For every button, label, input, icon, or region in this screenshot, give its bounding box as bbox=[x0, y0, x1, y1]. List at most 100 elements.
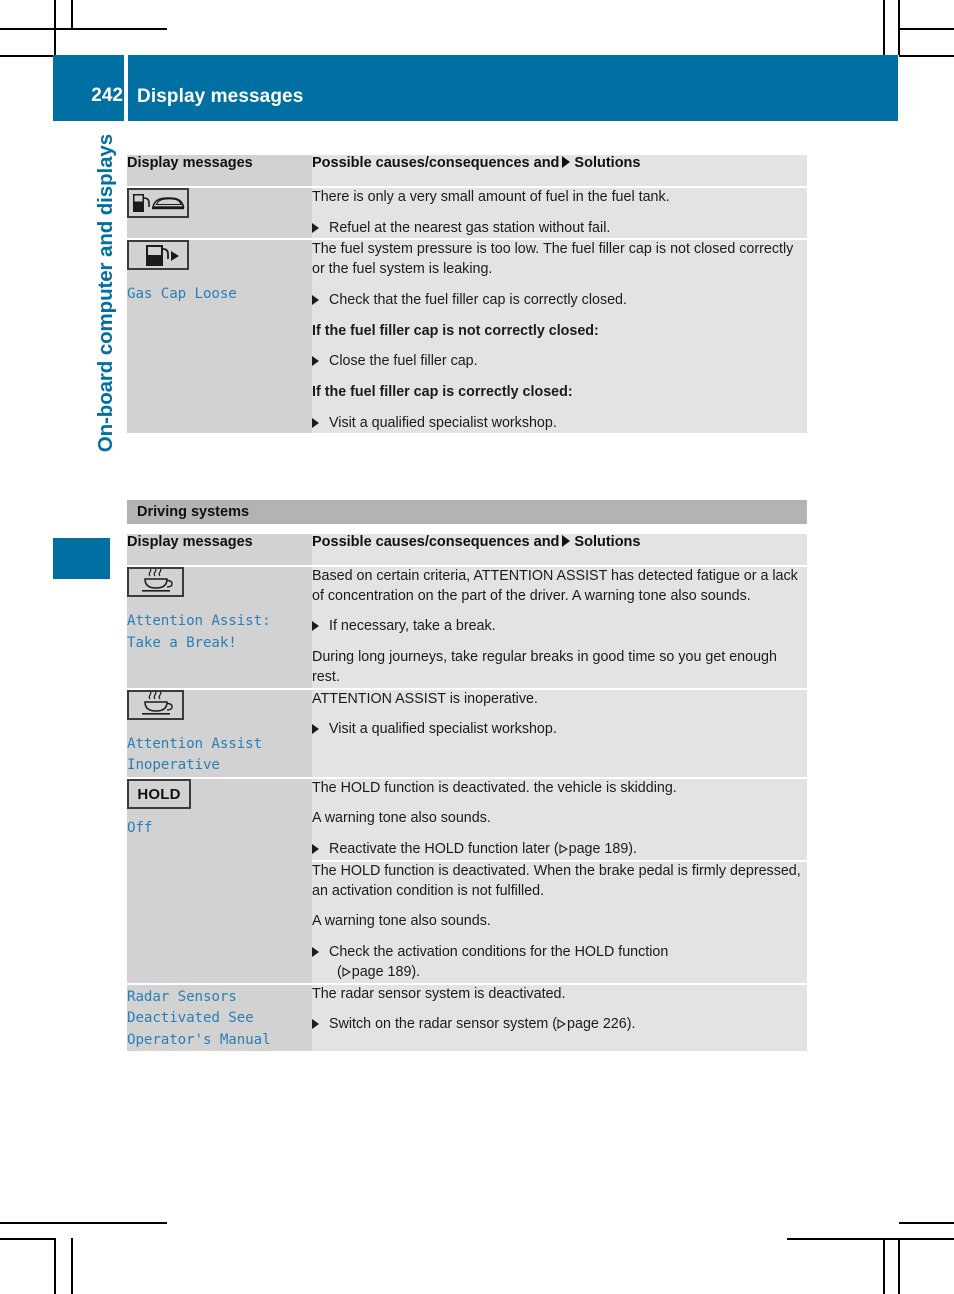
crop-mark-top-left-h2 bbox=[0, 55, 55, 57]
cause-text: A warning tone also sounds. bbox=[312, 913, 491, 930]
cause-text: The HOLD function is deactivated. When t… bbox=[312, 862, 801, 899]
page-reference-text: page 189 bbox=[351, 963, 412, 980]
column-header-display-messages: Display messages bbox=[127, 534, 312, 566]
chapter-title: On-board computer and displays bbox=[94, 134, 117, 453]
causes-solutions-cell: There is only a very small amount of fue… bbox=[312, 185, 807, 240]
column-header-causes-solutions: Possible causes/consequences and Solution… bbox=[312, 155, 807, 187]
page-reference-icon bbox=[342, 964, 351, 977]
table-row: HOLD Off The HOLD function is deactivate… bbox=[127, 776, 807, 984]
solution-item: Check that the fuel filler cap is correc… bbox=[312, 291, 807, 311]
crop-mark-top-left-h bbox=[0, 28, 167, 30]
solution-tail: ). bbox=[626, 1016, 636, 1033]
solution-item: Switch on the radar sensor system ( page … bbox=[312, 1015, 807, 1035]
solution-text: Check the activation conditions for the … bbox=[329, 944, 669, 961]
column-header-causes-text: Possible causes/consequences and bbox=[312, 534, 560, 550]
crop-mark-bottom-right-h bbox=[899, 1222, 954, 1224]
solution-triangle-icon bbox=[312, 1019, 319, 1030]
solution-item: Visit a qualified specialist workshop. bbox=[312, 720, 807, 740]
solution-triangle-icon bbox=[312, 724, 319, 735]
solution-text: Visit a qualified specialist workshop. bbox=[329, 721, 557, 738]
cause-text: The HOLD function is deactivated. the ve… bbox=[312, 779, 677, 796]
condition-heading: If the fuel filler cap is correctly clos… bbox=[312, 384, 573, 401]
causes-solutions-cell: The fuel system pressure is too low. The… bbox=[312, 238, 807, 434]
solution-text: Switch on the radar sensor system ( bbox=[329, 1016, 558, 1033]
cause-text: The radar sensor system is deactivated. bbox=[312, 985, 566, 1002]
fuel-messages-table: Display messages Possible causes/consequ… bbox=[127, 155, 807, 434]
message-cell bbox=[127, 185, 312, 240]
crop-mark-bottom-left-h2 bbox=[0, 1238, 55, 1240]
message-cell: Radar Sensors Deactivated See Operator's… bbox=[127, 982, 312, 1052]
crop-mark-bottom-left-v2 bbox=[71, 1238, 73, 1294]
cause-text: There is only a very small amount of fue… bbox=[312, 189, 670, 205]
column-header-solutions-text: Solutions bbox=[574, 534, 641, 550]
crop-mark-bottom-right-v bbox=[898, 1238, 900, 1294]
crop-mark-top-right-h bbox=[899, 55, 954, 57]
message-code: Off bbox=[127, 819, 153, 836]
causes-solutions-cell: The HOLD function is deactivated. When t… bbox=[312, 859, 807, 984]
solution-text: Close the fuel filler cap. bbox=[329, 353, 478, 370]
table-row: Attention Assist: Take a Break! Based on… bbox=[127, 565, 807, 689]
chapter-tab-marker bbox=[53, 538, 110, 579]
hold-icon: HOLD bbox=[127, 778, 191, 809]
solution-triangle-icon bbox=[312, 294, 319, 305]
cause-text: The fuel system pressure is too low. The… bbox=[312, 241, 794, 278]
cause-text: During long journeys, take regular break… bbox=[312, 649, 777, 685]
crop-mark-top-right-v2 bbox=[883, 0, 885, 55]
solution-triangle-icon bbox=[312, 947, 319, 958]
solution-item: If necessary, take a break. bbox=[312, 617, 807, 637]
crop-mark-bottom-right-v2 bbox=[883, 1238, 885, 1294]
crop-mark-bottom-left-v bbox=[54, 1238, 56, 1294]
solution-tail: ). bbox=[628, 841, 638, 858]
cause-text: A warning tone also sounds. bbox=[312, 810, 491, 827]
fuel-pump-arrow-icon bbox=[127, 240, 189, 271]
crop-mark-bottom-left-h bbox=[0, 1222, 167, 1224]
message-code: Gas Cap Loose bbox=[127, 286, 237, 303]
message-cell: Gas Cap Loose bbox=[127, 238, 312, 434]
page-reference-text: page 226 bbox=[567, 1016, 627, 1033]
solution-item: Reactivate the HOLD function later ( page… bbox=[312, 840, 807, 860]
solution-text: Check that the fuel filler cap is correc… bbox=[329, 291, 627, 308]
solution-triangle-icon bbox=[312, 222, 319, 233]
message-code: Attention Assist: Take a Break! bbox=[127, 613, 271, 651]
solution-item: Check the activation conditions for the … bbox=[312, 943, 807, 982]
table-row: Attention Assist Inoperative ATTENTION A… bbox=[127, 687, 807, 778]
driving-systems-table: Display messages Possible causes/consequ… bbox=[127, 534, 807, 1052]
solution-triangle-icon bbox=[312, 356, 319, 367]
table-row: There is only a very small amount of fue… bbox=[127, 185, 807, 240]
table-header-row: Display messages Possible causes/consequ… bbox=[127, 155, 807, 187]
solution-triangle-icon bbox=[562, 156, 571, 168]
coffee-cup-icon bbox=[127, 689, 184, 720]
page-title: Display messages bbox=[137, 86, 304, 107]
crop-mark-top-left-v bbox=[54, 0, 56, 55]
cause-text: ATTENTION ASSIST is inoperative. bbox=[312, 690, 538, 707]
column-header-solutions-text: Solutions bbox=[574, 155, 641, 171]
table-header-row: Display messages Possible causes/consequ… bbox=[127, 534, 807, 566]
page-number: 242 bbox=[91, 85, 123, 106]
header-divider bbox=[124, 55, 128, 121]
solution-triangle-icon bbox=[312, 844, 319, 855]
solution-text: Visit a qualified specialist workshop. bbox=[329, 414, 557, 431]
solution-triangle-icon bbox=[562, 535, 571, 547]
causes-solutions-cell: The radar sensor system is deactivated. … bbox=[312, 982, 807, 1052]
page-reference-icon bbox=[557, 1016, 567, 1030]
crop-mark-bottom-right-h2 bbox=[787, 1238, 954, 1240]
solution-text: If necessary, take a break. bbox=[329, 618, 496, 635]
crop-mark-top-left-v2 bbox=[71, 0, 73, 28]
causes-solutions-cell: Based on certain criteria, ATTENTION ASS… bbox=[312, 565, 807, 689]
message-code: Attention Assist Inoperative bbox=[127, 735, 263, 774]
solution-tail: ). bbox=[411, 963, 421, 980]
column-header-causes-solutions: Possible causes/consequences and Solution… bbox=[312, 534, 807, 566]
message-cell: Attention Assist: Take a Break! bbox=[127, 565, 312, 689]
table-row: Gas Cap Loose The fuel system pressure i… bbox=[127, 238, 807, 434]
solution-text: Reactivate the HOLD function later ( bbox=[329, 841, 559, 858]
cause-text: Based on certain criteria, ATTENTION ASS… bbox=[312, 568, 798, 604]
solution-item: Refuel at the nearest gas station withou… bbox=[312, 219, 807, 239]
message-code: Radar Sensors Deactivated See Operator's… bbox=[127, 988, 271, 1048]
condition-heading: If the fuel filler cap is not correctly … bbox=[312, 322, 599, 339]
page-reference-text: page 189 bbox=[568, 841, 629, 858]
solution-item: Close the fuel filler cap. bbox=[312, 352, 807, 372]
fuel-pump-car-icon bbox=[127, 188, 189, 218]
table-row: Radar Sensors Deactivated See Operator's… bbox=[127, 982, 807, 1052]
crop-mark-top-right-h2 bbox=[899, 28, 954, 30]
column-header-causes-text: Possible causes/consequences and bbox=[312, 155, 560, 171]
